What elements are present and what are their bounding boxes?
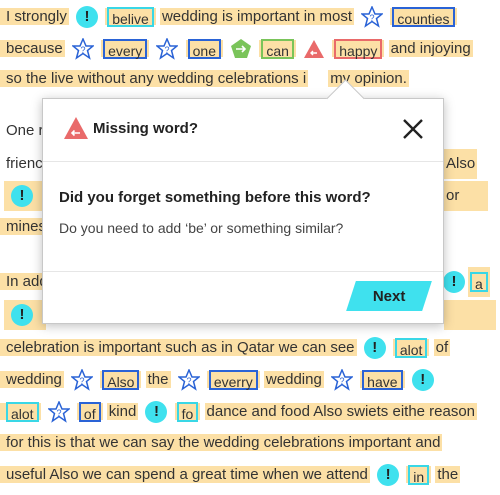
dialog-header: Missing word?	[43, 99, 443, 162]
dialog-hint: Do you need to add ‘be’ or something sim…	[59, 220, 344, 236]
essay-line: I strongly ! belive wedding is important…	[0, 2, 500, 32]
svg-text:?: ?	[339, 376, 344, 386]
question-star-icon[interactable]: ?	[71, 38, 94, 60]
essay-line: for this is that we can say the wedding …	[0, 428, 500, 458]
flagged-word[interactable]: a	[470, 272, 488, 293]
highlight	[444, 300, 496, 330]
flagged-word[interactable]: fo	[176, 402, 199, 423]
flagged-word[interactable]: counties	[392, 7, 455, 28]
question-star-icon[interactable]: ?	[71, 369, 94, 391]
next-button[interactable]: Next	[346, 281, 432, 311]
exclamation-icon[interactable]: !	[377, 464, 400, 487]
exclamation-icon[interactable]: !	[76, 6, 99, 29]
essay-text: the	[145, 371, 171, 388]
flagged-word[interactable]: alot	[394, 338, 428, 359]
flagged-word[interactable]: of	[78, 402, 101, 423]
question-star-icon[interactable]: ?	[361, 6, 384, 28]
missing-word-icon	[63, 116, 89, 145]
essay-line: so the live without any wedding celebrat…	[0, 64, 500, 94]
flagged-word[interactable]: have	[362, 370, 403, 391]
essay-line: wedding ? Also the ? everry wedding ? ha…	[0, 365, 500, 395]
flagged-word[interactable]: happy	[334, 39, 383, 60]
exclamation-icon[interactable]: !	[363, 337, 386, 360]
dialog-footer-divider	[43, 271, 443, 273]
essay-text: One r	[6, 122, 44, 139]
essay-text: because	[0, 40, 65, 57]
flagged-word[interactable]: Also	[102, 370, 140, 391]
question-star-icon[interactable]: ?	[156, 38, 179, 60]
flagged-word[interactable]: one	[187, 39, 221, 60]
next-button-label: Next	[372, 287, 406, 305]
essay-text: useful Also we can spend a great time wh…	[0, 466, 370, 483]
essay-line: because ? every ? one can happy and injo…	[0, 34, 500, 64]
svg-text:?: ?	[80, 376, 85, 386]
svg-text:?: ?	[56, 408, 61, 418]
essay-text: mines	[0, 218, 49, 235]
essay-text: wedding	[0, 371, 64, 388]
essay-text: I strongly	[0, 8, 69, 25]
essay-text: dance and food Also swiets eithe reason	[204, 403, 478, 420]
exclamation-icon[interactable]: !	[145, 401, 168, 424]
essay-text: the	[435, 466, 461, 483]
essay-line: useful Also we can spend a great time wh…	[0, 460, 500, 490]
flagged-word[interactable]: can	[261, 39, 294, 60]
flagged-word[interactable]: belive	[107, 7, 154, 28]
question-star-icon[interactable]: ?	[47, 401, 70, 423]
close-icon[interactable]	[401, 117, 425, 141]
dialog-title: Missing word?	[93, 120, 198, 137]
exclamation-icon[interactable]: !	[11, 304, 33, 326]
missing-word-triangle-icon[interactable]	[303, 38, 325, 60]
essay-line: alot ? of kind ! fo dance and food Also …	[0, 397, 500, 427]
flagged-word[interactable]: in	[408, 465, 430, 486]
svg-text:?: ?	[186, 376, 191, 386]
essay-text: or	[444, 181, 488, 211]
flagged-word[interactable]: everry	[208, 370, 258, 391]
svg-text:?: ?	[165, 45, 170, 55]
essay-text: celebration is important such as in Qata…	[0, 339, 357, 356]
essay-text: wedding is important in most	[159, 8, 355, 25]
essay-text: kind	[106, 403, 139, 420]
flagged-word[interactable]: alot	[6, 402, 39, 423]
question-star-icon[interactable]: ?	[177, 369, 200, 391]
essay-text: wedding	[263, 371, 324, 388]
essay-line: celebration is important such as in Qata…	[0, 333, 500, 363]
essay-text: frienc	[6, 155, 43, 172]
svg-text:?: ?	[80, 45, 85, 55]
essay-text: of	[433, 339, 451, 356]
exclamation-icon[interactable]: !	[11, 185, 33, 207]
svg-text:?: ?	[370, 13, 375, 23]
essay-text: so the live without any wedding celebrat…	[0, 70, 309, 87]
arrow-pentagon-icon[interactable]	[230, 38, 252, 60]
exclamation-icon[interactable]: !	[443, 271, 465, 293]
essay-text: and injoying	[388, 40, 473, 57]
question-star-icon[interactable]: ?	[330, 369, 353, 391]
missing-word-dialog: Missing word? Did you forget something b…	[42, 79, 444, 324]
exclamation-icon[interactable]: !	[411, 369, 434, 392]
dialog-question: Did you forget something before this wor…	[59, 189, 371, 206]
flagged-word[interactable]: every	[103, 39, 148, 60]
essay-text: Also	[444, 149, 478, 179]
essay-text: for this is that we can say the wedding …	[0, 434, 443, 451]
